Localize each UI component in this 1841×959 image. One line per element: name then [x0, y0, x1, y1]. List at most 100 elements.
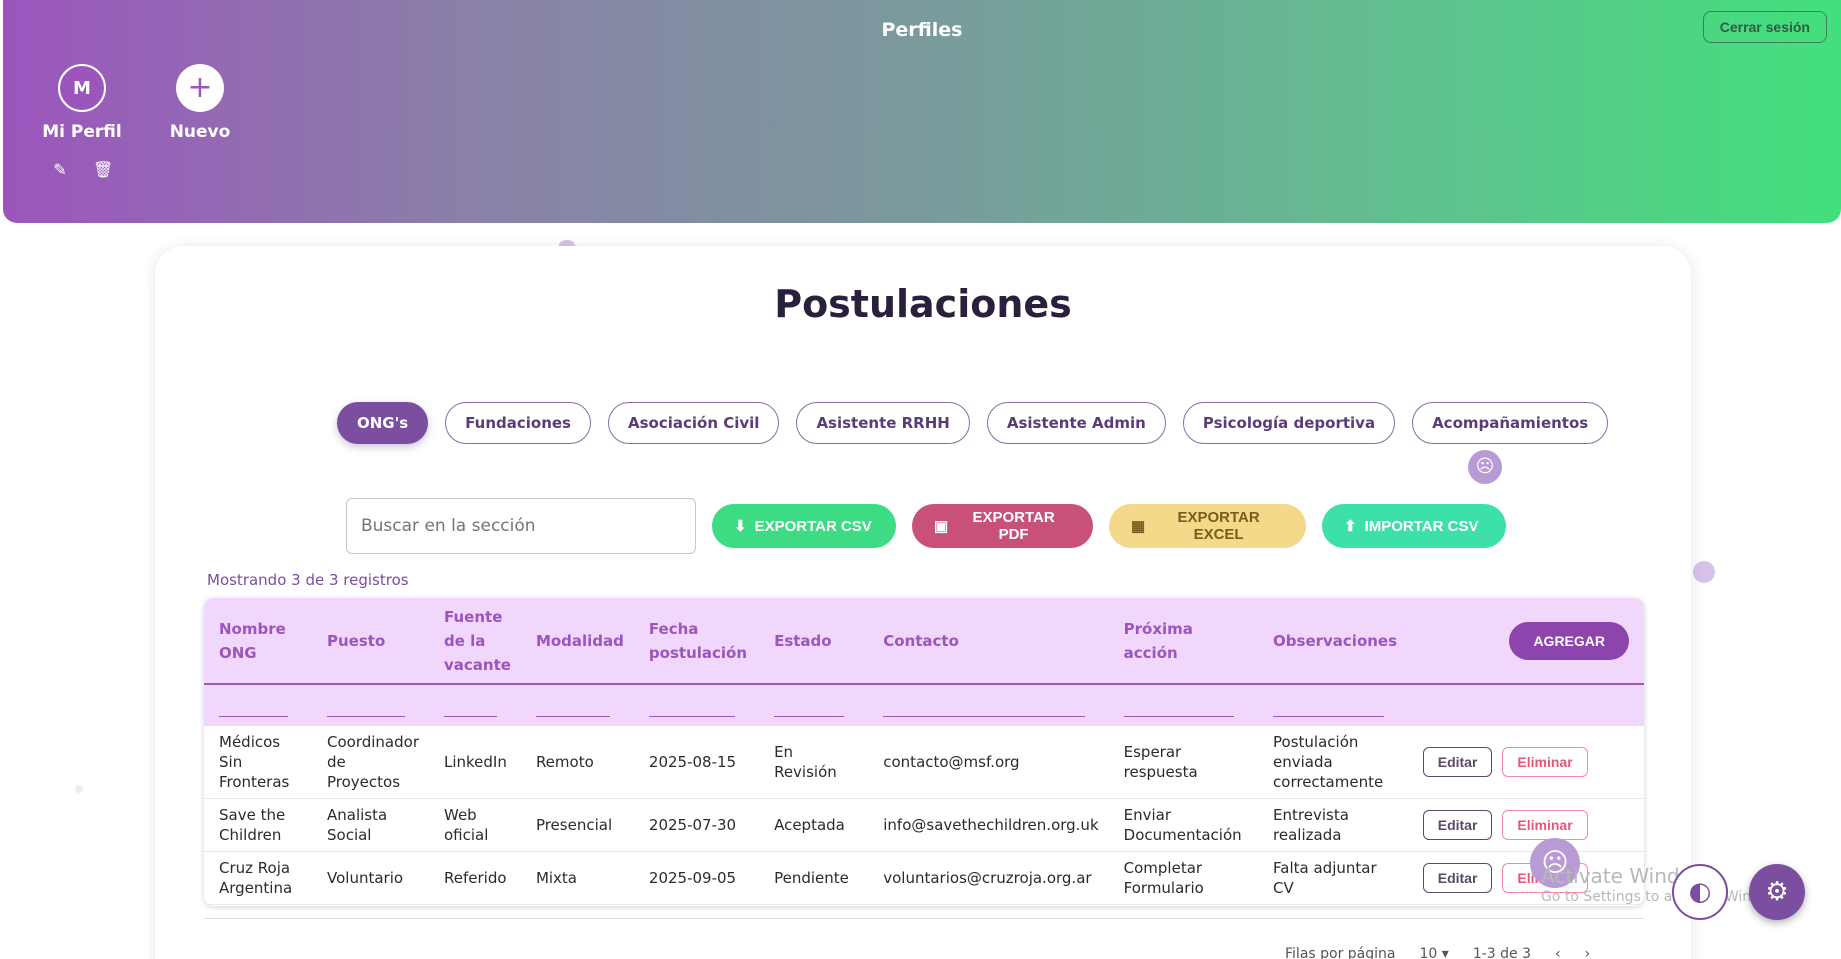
tab-asistente-admin[interactable]: Asistente Admin [986, 402, 1166, 444]
page-range: 1-3 de 3 [1472, 946, 1531, 959]
column-header[interactable]: Nombre ONG [204, 598, 312, 685]
cell-fuente: LinkedIn [444, 752, 507, 771]
row-actions: Editar Eliminar [1408, 798, 1644, 851]
file-upload-icon: ⬆ [1344, 518, 1357, 535]
filter-cell[interactable] [521, 684, 634, 726]
filter-cell[interactable] [1109, 684, 1258, 726]
profile-actions: ✎ 🗑 [51, 160, 113, 179]
export-csv-button[interactable]: ⬇ EXPORTAR CSV [712, 504, 896, 548]
column-header[interactable]: Puesto [312, 598, 429, 685]
row-actions: Editar Eliminar [1408, 726, 1644, 798]
profile-name: Mi Perfil [42, 122, 122, 142]
applications-card: Postulaciones ONG's Fundaciones Asociaci… [155, 246, 1691, 959]
divider [204, 918, 1644, 919]
rows-per-page-label: Filas por página [1285, 946, 1396, 959]
cell-observaciones: Entrevista realizada [1273, 805, 1349, 844]
profiles-header: Perfiles Cerrar sesión M Mi Perfil + Nue… [3, 0, 1841, 223]
import-csv-button[interactable]: ⬆ IMPORTAR CSV [1322, 504, 1506, 548]
theme-toggle-icon[interactable]: ◐ [1672, 864, 1728, 920]
search-input[interactable] [346, 498, 696, 554]
profile-new[interactable]: + Nuevo [145, 64, 255, 142]
category-tabs: ONG's Fundaciones Asociación Civil Asist… [337, 402, 1609, 444]
edit-button[interactable]: Editar [1422, 746, 1493, 777]
add-button[interactable]: AGREGAR [1509, 621, 1629, 660]
chevron-right-icon[interactable]: › [1585, 946, 1591, 959]
table-toolbar: ⬇ EXPORTAR CSV ▣ EXPORTAR PDF ▦ EXPORTAR… [346, 498, 1506, 554]
download-icon: ⬇ [734, 518, 747, 535]
chevron-left-icon[interactable]: ‹ [1555, 946, 1561, 959]
decorative-dot [1693, 561, 1715, 583]
tab-asistente-rrhh[interactable]: Asistente RRHH [796, 402, 970, 444]
delete-button[interactable]: Eliminar [1502, 746, 1588, 777]
cell-contacto: voluntarios@cruzroja.org.ar [883, 868, 1092, 887]
filter-cell[interactable] [312, 684, 429, 726]
filter-cell[interactable] [634, 684, 759, 726]
avatar: M [58, 64, 106, 112]
export-excel-button[interactable]: ▦ EXPORTAR EXCEL [1109, 504, 1306, 548]
cell-fecha: 2025-09-05 [648, 868, 737, 887]
table-row: Médicos Sin Fronteras Coordinador de Pro… [204, 726, 1644, 798]
cell-fecha: 2025-07-30 [648, 815, 737, 834]
pagination: Filas por página 10 ▾ 1-3 de 3 ‹ › [1285, 946, 1590, 959]
trash-icon[interactable]: 🗑 [93, 160, 113, 179]
export-pdf-button[interactable]: ▣ EXPORTAR PDF [912, 504, 1093, 548]
filter-cell[interactable] [429, 684, 521, 726]
cell-puesto: Analista Social [327, 805, 388, 844]
header-title: Perfiles [881, 19, 963, 41]
column-header[interactable]: Estado [759, 598, 869, 685]
column-header[interactable]: Próxima acción [1108, 598, 1259, 685]
edit-button[interactable]: Editar [1422, 809, 1493, 840]
applications-table: Nombre ONG Puesto Fuente de la vacante M… [204, 598, 1644, 906]
pencil-icon[interactable]: ✎ [51, 160, 69, 179]
table-header-row: Nombre ONG Puesto Fuente de la vacante M… [204, 598, 1644, 685]
tab-fundaciones[interactable]: Fundaciones [445, 402, 591, 444]
import-csv-label: IMPORTAR CSV [1364, 517, 1479, 535]
export-excel-label: EXPORTAR EXCEL [1177, 509, 1260, 543]
tab-asociacion-civil[interactable]: Asociación Civil [607, 402, 780, 444]
filter-cell[interactable] [759, 684, 868, 726]
records-count: Mostrando 3 de 3 registros [207, 571, 409, 589]
cell-puesto: Voluntario [327, 868, 404, 887]
cell-modalidad: Presencial [535, 815, 613, 834]
tab-acompanamientos[interactable]: Acompañamientos [1412, 402, 1609, 444]
mascot-face-icon: ☹ [1468, 450, 1502, 484]
column-header[interactable]: Modalidad [520, 598, 634, 685]
column-header[interactable]: Fuente de la vacante [429, 598, 521, 685]
cell-modalidad: Mixta [535, 868, 577, 887]
cell-estado: Pendiente [774, 868, 849, 887]
filter-cell[interactable] [1258, 684, 1408, 726]
tab-psicologia-deportiva[interactable]: Psicología deportiva [1182, 402, 1396, 444]
rows-per-page-select[interactable]: 10 ▾ [1420, 946, 1449, 959]
cell-fuente: Web oficial [444, 805, 489, 844]
filter-cell [1408, 684, 1644, 726]
table-icon: ▦ [1131, 518, 1146, 535]
column-header[interactable]: Fecha postulación [633, 598, 760, 685]
table-row: Cruz Roja Argentina Voluntario Referido … [204, 851, 1644, 904]
tab-ongs[interactable]: ONG's [337, 402, 429, 444]
delete-button[interactable]: Eliminar [1502, 809, 1588, 840]
cell-nombre: Cruz Roja Argentina [219, 858, 293, 897]
profile-my-profile[interactable]: M Mi Perfil [27, 64, 137, 142]
add-column: AGREGAR [1407, 598, 1644, 685]
filter-cell[interactable] [868, 684, 1108, 726]
cell-observaciones: Postulación enviada correctamente [1273, 732, 1384, 791]
logout-button[interactable]: Cerrar sesión [1702, 11, 1827, 43]
filter-row [204, 684, 1644, 726]
table-row: Save the Children Analista Social Web of… [204, 798, 1644, 851]
column-header[interactable]: Contacto [868, 598, 1109, 685]
decorative-dot [75, 785, 83, 793]
edit-button[interactable]: Editar [1422, 862, 1493, 893]
cell-nombre: Save the Children [219, 805, 286, 844]
cell-observaciones: Falta adjuntar CV [1273, 858, 1377, 897]
column-header[interactable]: Observaciones [1258, 598, 1408, 685]
cell-nombre: Médicos Sin Fronteras [219, 732, 290, 791]
cell-puesto: Coordinador de Proyectos [327, 732, 419, 791]
page-title: Postulaciones [774, 282, 1072, 326]
plus-icon: + [176, 64, 224, 112]
gear-icon[interactable]: ⚙ [1749, 864, 1805, 920]
cell-estado: En Revisión [774, 742, 837, 781]
cell-contacto: contacto@msf.org [883, 752, 1020, 771]
cell-estado: Aceptada [774, 815, 845, 834]
filter-cell[interactable] [204, 684, 312, 726]
cell-fecha: 2025-08-15 [648, 752, 737, 771]
